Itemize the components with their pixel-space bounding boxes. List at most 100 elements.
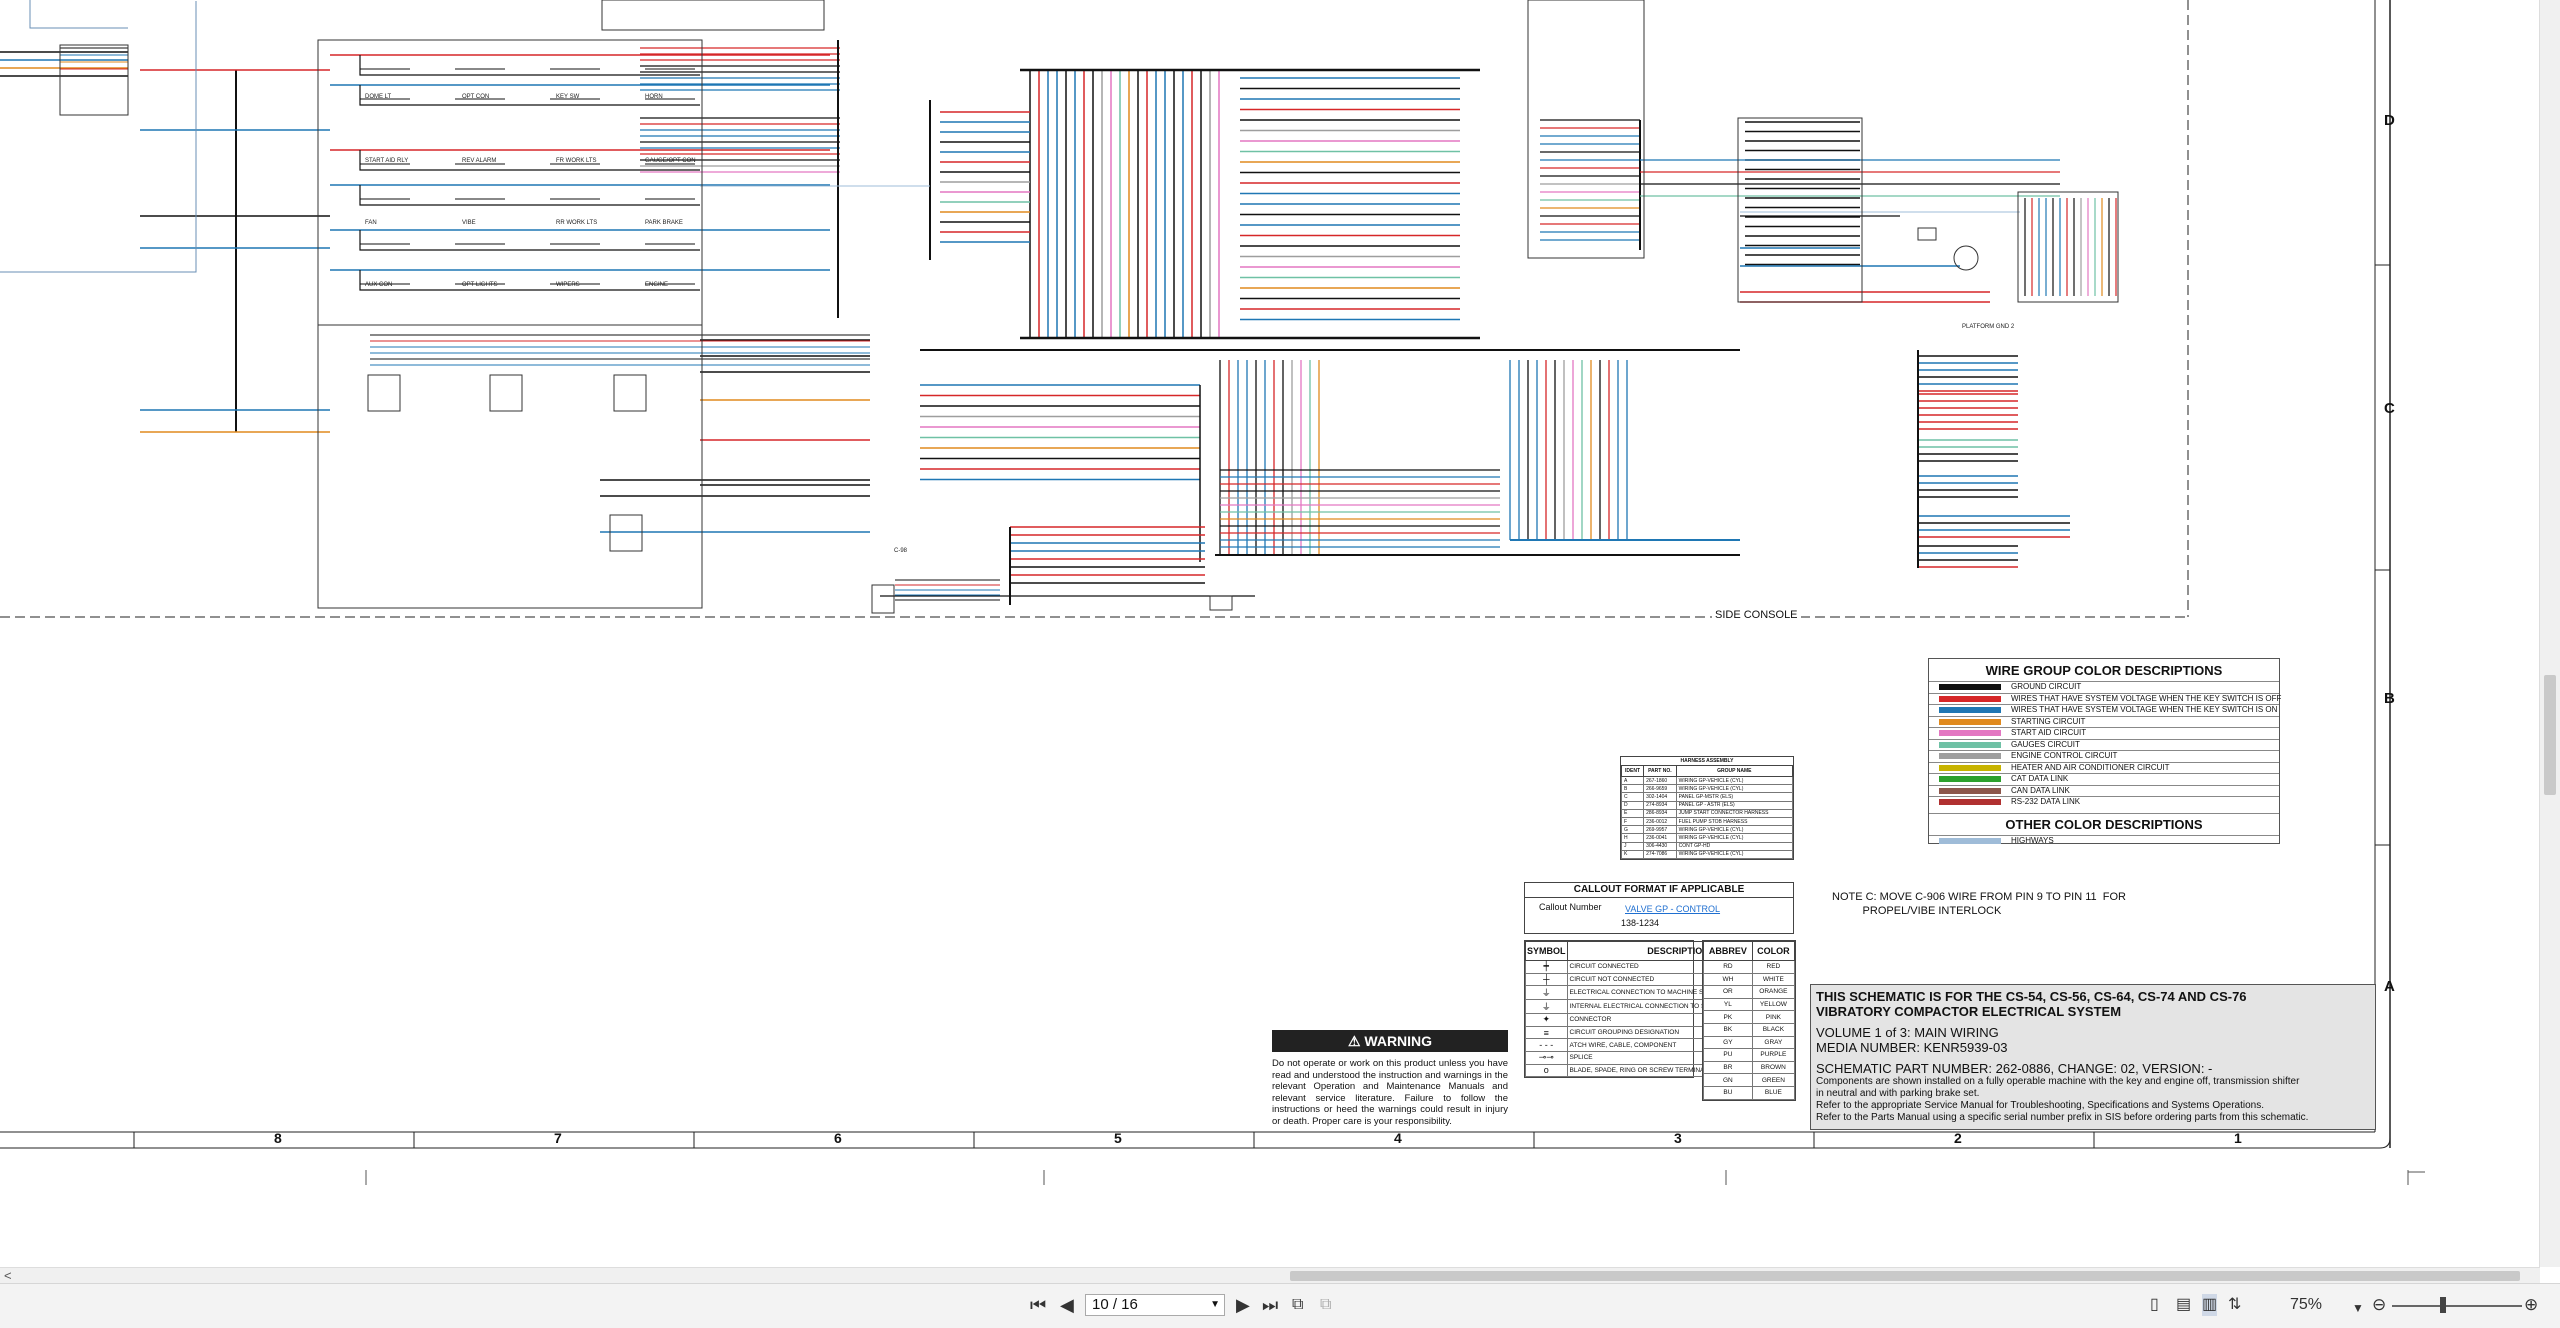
abbrev-cell: PU [1703, 1048, 1753, 1062]
wire-group-rows: GROUND CIRCUIT WIRES THAT HAVE SYSTEM VOL… [1929, 681, 2281, 808]
abbrev-cell: BROWN [1751, 1060, 1796, 1075]
symbol-glyph: ┿ [1525, 960, 1568, 974]
horizontal-scroll-thumb[interactable] [1290, 1271, 2520, 1281]
symbol-glyph: ⏚ [1525, 999, 1568, 1015]
fit-page-icon[interactable]: ⧉ [1292, 1294, 1303, 1316]
first-page-icon[interactable]: ⏮ [1030, 1294, 1046, 1316]
abbrev-cell: BK [1703, 1022, 1753, 1037]
harness-cell: CONT GP-HD [1675, 841, 1794, 851]
wire-color-swatch [1939, 764, 2001, 771]
harness-cell: H [1620, 833, 1645, 843]
viewer-toolbar: ⏮ ◀ 10 / 16 ▼ ▶ ⏭ ⧉ ⧉ ▯ ▤ ▥ ⇅ 75% ▼ ⊖ ⊕ [0, 1283, 2560, 1328]
symbol-glyph: - - - [1525, 1038, 1568, 1052]
wire-code-label: ENGINE [645, 282, 668, 288]
scroll-view-icon[interactable]: ⇅ [2228, 1294, 2241, 1316]
wire-group [0, 40, 2117, 605]
harness-row: G 269-9957 WIRING GP-VEHICLE (CYL) [1620, 825, 1794, 835]
vertical-scrollbar[interactable] [2539, 0, 2560, 1267]
column-number: 4 [1394, 1130, 1402, 1146]
wire-color-swatch [1939, 707, 2001, 713]
abbrev-row: RD RED [1703, 960, 1796, 974]
chevron-down-icon[interactable]: ▼ [1210, 1295, 1220, 1315]
wire [359, 230, 700, 251]
wire-color-swatch [1939, 730, 2001, 736]
document-viewport[interactable]: DOME LT OPT CON KEY SW HORN START AID RLY REV… [0, 0, 2540, 1267]
zoom-level[interactable]: 75% [2290, 1296, 2322, 1314]
harness-cell: 306-4430 [1643, 841, 1677, 851]
zoom-slider-knob[interactable] [2440, 1297, 2446, 1313]
zoom-in-icon[interactable]: ⊕ [2524, 1294, 2538, 1316]
warning-title: WARNING [1364, 1033, 1433, 1049]
callout-title: CALLOUT FORMAT IF APPLICABLE [1525, 883, 1793, 898]
wire-code-label: PLATFORM GND 2 [1962, 324, 2015, 330]
wire-code-label: C-98 [894, 548, 908, 554]
side-console-label: SIDE CONSOLE [1712, 609, 1801, 621]
title-line-9: Refer to the Parts Manual using a specif… [1816, 1112, 2309, 1123]
wire-color-swatch [1939, 741, 2001, 748]
harness-row: J 306-4430 CONT GP-HD [1620, 841, 1794, 851]
wire-group-row: GAUGES CIRCUIT [1929, 738, 2279, 751]
abbrev-row: PK PINK [1703, 1010, 1796, 1024]
column-number: 6 [834, 1130, 842, 1146]
harness-cell: 286-8934 [1643, 808, 1677, 818]
callout-format-box: CALLOUT FORMAT IF APPLICABLE Callout Num… [1524, 882, 1794, 934]
title-line-2: VIBRATORY COMPACTOR ELECTRICAL SYSTEM [1816, 1004, 2122, 1019]
title-line-3: VOLUME 1 of 3: MAIN WIRING [1816, 1025, 1999, 1040]
symbol-glyph: o [1525, 1063, 1568, 1078]
harness-header: PART NO. [1643, 765, 1677, 777]
zoom-dropdown-icon[interactable]: ▼ [2352, 1297, 2364, 1319]
zoom-out-icon[interactable]: ⊖ [2372, 1294, 2386, 1316]
harness-cell: WIRING GP-VEHICLE (CYL) [1675, 849, 1794, 859]
harness-row: H 236-0041 WIRING GP-VEHICLE (CYL) [1620, 833, 1794, 843]
wire-color-swatch [1939, 787, 2001, 794]
symbol-glyph: ⏚ [1525, 985, 1568, 1001]
page-number-input[interactable]: 10 / 16 ▼ [1085, 1294, 1225, 1316]
wire-code-label: VIBE [462, 220, 476, 226]
harness-cell: F [1620, 816, 1645, 827]
column-number: 8 [274, 1130, 282, 1146]
column-number: 5 [1114, 1130, 1122, 1146]
harness-cell: K [1620, 849, 1645, 859]
scroll-left-arrow-icon[interactable]: < [4, 1268, 12, 1283]
abbrev-cell: PINK [1751, 1010, 1796, 1024]
wire-code-label: AUX CON [365, 282, 392, 288]
warning-box: ⚠ WARNING Do not operate or work on this… [1272, 1030, 1508, 1127]
abbrev-row: GY GRAY [1703, 1035, 1796, 1050]
wire-group-label: START AID CIRCUIT [2011, 728, 2087, 737]
last-page-icon[interactable]: ⏭ [1262, 1294, 1278, 1316]
vertical-scroll-thumb[interactable] [2544, 675, 2556, 795]
next-page-icon[interactable]: ▶ [1236, 1294, 1250, 1316]
column-number: 1 [2234, 1130, 2242, 1146]
abbrev-cell: GRAY [1751, 1035, 1796, 1050]
harness-assembly-table: HARNESS ASSEMBLY IDENT PART NO. GROUP NAME… [1620, 756, 1794, 860]
harness-cell: E [1620, 808, 1645, 818]
zoom-slider[interactable] [2392, 1305, 2522, 1307]
harness-title: HARNESS ASSEMBLY [1680, 758, 1734, 764]
continuous-view-icon[interactable]: ▤ [2176, 1294, 2191, 1316]
harness-cell: WIRING GP-VEHICLE (CYL) [1675, 833, 1794, 843]
wire-code-label: START AID RLY [365, 158, 408, 164]
wire-group-row: CAN DATA LINK [1929, 784, 2279, 797]
callout-number-label: Callout Number [1539, 902, 1602, 912]
callout-part-number: 138-1234 [1621, 918, 1660, 928]
harness-cell: 274-8934 [1643, 800, 1677, 810]
fit-width-icon[interactable]: ⧉ [1320, 1294, 1331, 1316]
wire-group-label: GAUGES CIRCUIT [2011, 739, 2080, 749]
horizontal-scrollbar[interactable]: < [0, 1267, 2540, 1284]
harness-row: F 236-0012 FUEL PUMP STOB HARNESS [1620, 816, 1794, 827]
two-page-view-icon[interactable]: ▥ [2202, 1294, 2218, 1316]
single-page-view-icon[interactable]: ▯ [2150, 1294, 2159, 1316]
wire-group-label: STARTING CIRCUIT [2011, 716, 2086, 726]
warning-header: ⚠ WARNING [1272, 1030, 1508, 1052]
abbrev-cell: YELLOW [1751, 997, 1796, 1012]
abbrev-cell: WHITE [1751, 972, 1796, 987]
wire-group-title: WIRE GROUP COLOR DESCRIPTIONS [1985, 663, 2223, 678]
harness-cell: B [1620, 784, 1645, 794]
harness-cell: 266-9659 [1643, 784, 1677, 794]
abbrev-row: WH WHITE [1703, 972, 1796, 987]
abbrev-cell: WH [1703, 972, 1753, 987]
wire-group-row: START AID CIRCUIT [1929, 727, 2279, 739]
abbrev-header: ABBREV [1703, 941, 1753, 961]
previous-page-icon[interactable]: ◀ [1060, 1294, 1074, 1316]
harness-cell: 236-0012 [1643, 816, 1677, 827]
